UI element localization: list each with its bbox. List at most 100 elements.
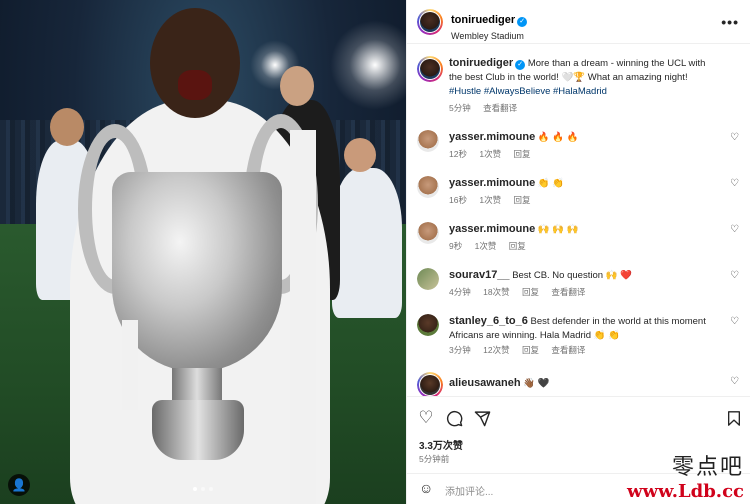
comment-text: yasser.mimoune 👏 👏 — [449, 176, 719, 191]
comment-reply[interactable]: 回复 — [513, 149, 530, 159]
main-player-head — [150, 8, 240, 118]
comment-meta: 12秒 1次赞 回复 — [449, 148, 540, 160]
caption: toniruediger ✓ More than a dream - winnin… — [417, 56, 741, 130]
watermark-url: www.Ldb.cc — [627, 481, 744, 502]
comment-meta: 9秒 1次赞 回复 — [449, 240, 536, 252]
comment-text: sourav17__ Best CB. No question 🙌 ❤️ — [449, 268, 719, 283]
comment-likes[interactable]: 1次赞 — [479, 195, 501, 205]
caption-time: 5分钟 — [449, 103, 471, 113]
comment-text: yasser.mimoune 🔥 🔥 🔥 — [449, 130, 719, 145]
comment-username[interactable]: stanley_6_to_6 — [449, 315, 528, 327]
comment-heart-icon[interactable]: ♡ — [730, 224, 739, 235]
player-right-head — [344, 138, 376, 172]
comment-meta: 16秒 1次赞 回复 — [449, 194, 540, 206]
comment-item: sourav17__ Best CB. No question 🙌 ❤️ 4分钟… — [417, 268, 741, 308]
comment-time: 9秒 — [449, 241, 463, 251]
comment-input[interactable]: 添加评论... — [445, 483, 493, 498]
comment-body: 👏 👏 — [537, 178, 565, 189]
comment-meta: 3分钟 12次赞 回复 查看翻译 — [449, 344, 595, 356]
comment-username[interactable]: sourav17__ — [449, 269, 510, 281]
author-avatar[interactable] — [417, 56, 443, 82]
comment-username[interactable]: yasser.mimoune — [449, 223, 535, 235]
post-header: toniruediger ✓ Wembley Stadium ••• — [407, 0, 750, 44]
carousel-dots — [0, 478, 406, 496]
author-avatar[interactable] — [417, 9, 443, 35]
commenter-avatar[interactable] — [417, 268, 439, 290]
trophy-ribbon — [290, 130, 316, 504]
comment-meta: 4分钟 18次赞 回复 查看翻译 — [449, 286, 595, 298]
comment-item: yasser.mimoune 🔥 🔥 🔥 12秒 1次赞 回复 ♡ — [417, 130, 741, 170]
carousel-dot[interactable] — [201, 487, 205, 491]
comment-text: stanley_6_to_6 Best defender in the worl… — [449, 314, 719, 343]
player-right — [332, 168, 402, 318]
verified-icon: ✓ — [515, 60, 526, 70]
comment-reply[interactable]: 回复 — [509, 241, 526, 251]
comment-time: 12秒 — [449, 149, 467, 159]
comment-heart-icon[interactable]: ♡ — [730, 376, 739, 387]
comment-text: alieusawaneh 👋🏾 🖤 — [449, 376, 719, 391]
commenter-avatar[interactable] — [417, 176, 439, 198]
comment-item: alieusawaneh 👋🏾 🖤 ♡ — [417, 372, 741, 396]
comment-username[interactable]: yasser.mimoune — [449, 131, 535, 143]
comment-translate[interactable]: 查看翻译 — [551, 345, 585, 355]
comment-icon[interactable] — [443, 407, 465, 429]
comment-item: stanley_6_to_6 Best defender in the worl… — [417, 314, 741, 360]
watermark-cn: 零点吧 — [671, 455, 744, 480]
comment-reply[interactable]: 回复 — [513, 195, 530, 205]
commenter-avatar[interactable] — [417, 372, 443, 396]
verified-icon: ✓ — [517, 17, 528, 27]
comment-body: 🙌 🙌 🙌 — [537, 224, 579, 235]
comment-body: 👋🏾 🖤 — [523, 378, 550, 389]
player-back-head — [280, 66, 314, 106]
carousel-dot[interactable] — [209, 487, 213, 491]
heart-icon[interactable]: ♡ — [415, 407, 437, 429]
comment-reply[interactable]: 回复 — [522, 287, 539, 297]
carousel-dot[interactable] — [193, 487, 197, 491]
commenter-avatar[interactable] — [417, 314, 439, 336]
comment-heart-icon[interactable]: ♡ — [730, 270, 739, 281]
comment-heart-icon[interactable]: ♡ — [730, 316, 739, 327]
comment-body: Best CB. No question 🙌 ❤️ — [512, 270, 632, 281]
share-icon[interactable] — [471, 407, 493, 429]
main-player-mouth — [178, 70, 212, 100]
post-time: 5分钟前 — [419, 454, 450, 464]
comment-likes[interactable]: 18次赞 — [483, 287, 509, 297]
comment-time: 16秒 — [449, 195, 467, 205]
comment-time: 3分钟 — [449, 345, 471, 355]
comment-text: yasser.mimoune 🙌 🙌 🙌 — [449, 222, 719, 237]
trophy-base — [152, 400, 244, 460]
trophy-ribbon — [122, 320, 138, 410]
comment-heart-icon[interactable]: ♡ — [730, 178, 739, 189]
comment-translate[interactable]: 查看翻译 — [551, 287, 585, 297]
comment-body: 🔥 🔥 🔥 — [537, 132, 579, 143]
comment-item: yasser.mimoune 🙌 🙌 🙌 9秒 1次赞 回复 ♡ — [417, 222, 741, 262]
commenter-avatar[interactable] — [417, 130, 439, 152]
caption-username[interactable]: toniruediger — [449, 57, 513, 69]
player-left-head — [50, 108, 84, 146]
commenter-avatar[interactable] — [417, 222, 439, 244]
comment-username[interactable]: yasser.mimoune — [449, 177, 535, 189]
author-username[interactable]: toniruediger — [451, 14, 515, 26]
more-icon[interactable]: ••• — [721, 14, 739, 30]
comment-item: yasser.mimoune 👏 👏 16秒 1次赞 回复 ♡ — [417, 176, 741, 216]
stadium-light — [330, 20, 406, 110]
post-location[interactable]: Wembley Stadium — [451, 31, 527, 41]
comments-list[interactable]: toniruediger ✓ More than a dream - winnin… — [407, 44, 750, 396]
caption-hashtags[interactable]: #Hustle #AlwaysBelieve #HalaMadrid — [449, 86, 607, 97]
comment-likes[interactable]: 1次赞 — [479, 149, 501, 159]
likes-count[interactable]: 3.3万次赞 — [419, 437, 463, 452]
comment-username[interactable]: alieusawaneh — [449, 377, 521, 389]
comment-heart-icon[interactable]: ♡ — [730, 132, 739, 143]
comment-likes[interactable]: 1次赞 — [475, 241, 497, 251]
watermark: 零点吧 www.Ldb.cc — [627, 449, 744, 502]
post-photo[interactable]: 👤 — [0, 0, 406, 504]
emoji-icon[interactable]: ☺ — [419, 480, 433, 496]
comment-likes[interactable]: 12次赞 — [483, 345, 509, 355]
caption-translate[interactable]: 查看翻译 — [483, 103, 517, 113]
comment-time: 4分钟 — [449, 287, 471, 297]
comment-reply[interactable]: 回复 — [522, 345, 539, 355]
caption-text: toniruediger ✓ More than a dream - winnin… — [449, 56, 719, 99]
post-panel: toniruediger ✓ Wembley Stadium ••• toniru… — [406, 0, 750, 504]
bookmark-icon[interactable] — [723, 407, 745, 429]
caption-meta: 5分钟 查看翻译 — [449, 102, 527, 114]
